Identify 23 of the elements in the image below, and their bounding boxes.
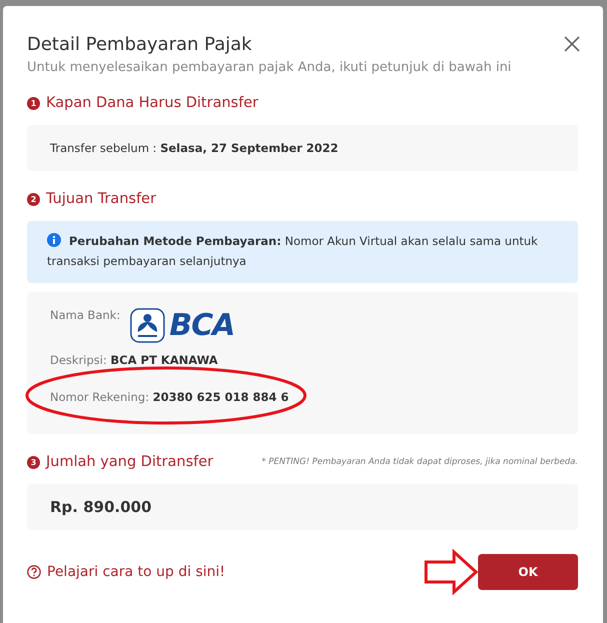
info-icon	[47, 233, 61, 247]
deadline-text: Transfer sebelum : Selasa, 27 September 2022	[50, 141, 340, 155]
section-heading: Kapan Dana Harus Ditransfer	[46, 95, 258, 111]
bank-logo-text: BCA	[169, 310, 234, 342]
step-number: 3	[27, 456, 40, 468]
amount-text: Rp. 890.000	[50, 498, 153, 516]
dialog-subtitle: Untuk menyelesaikan pembayaran pajak Anda, ikuti petunjuk di bawah ini	[27, 60, 512, 75]
arrow-icon	[424, 550, 478, 594]
help-link[interactable]: Pelajari cara to up di sini!	[27, 564, 226, 580]
bank-label: Nama Bank:	[50, 308, 120, 322]
step-number: 1	[27, 96, 40, 110]
notice-text: Perubahan Metode Pembayaran: Nomor Akun Virtual akan selalu sama untuk transaksi pembayaran selanjutnya	[47, 232, 539, 270]
ok-button[interactable]: OK	[478, 554, 578, 590]
section-heading: Jumlah yang Ditransfer	[46, 454, 214, 470]
help-icon	[27, 565, 41, 579]
description-text: Deskripsi: BCA PT KANAWA	[50, 353, 219, 367]
emblem-icon	[130, 308, 166, 343]
dialog-title: Detail Pembayaran Pajak	[27, 34, 253, 56]
account-number-text: Nomor Rekening: 20380 625 018 884 6	[50, 390, 290, 404]
step-number: 2	[27, 192, 40, 206]
close-button[interactable]	[562, 34, 582, 54]
amount-note: * PENTING! Pembayaran Anda tidak dapat diproses, jika nominal berbeda.	[262, 457, 578, 467]
section-heading: Tujuan Transfer	[46, 191, 156, 207]
